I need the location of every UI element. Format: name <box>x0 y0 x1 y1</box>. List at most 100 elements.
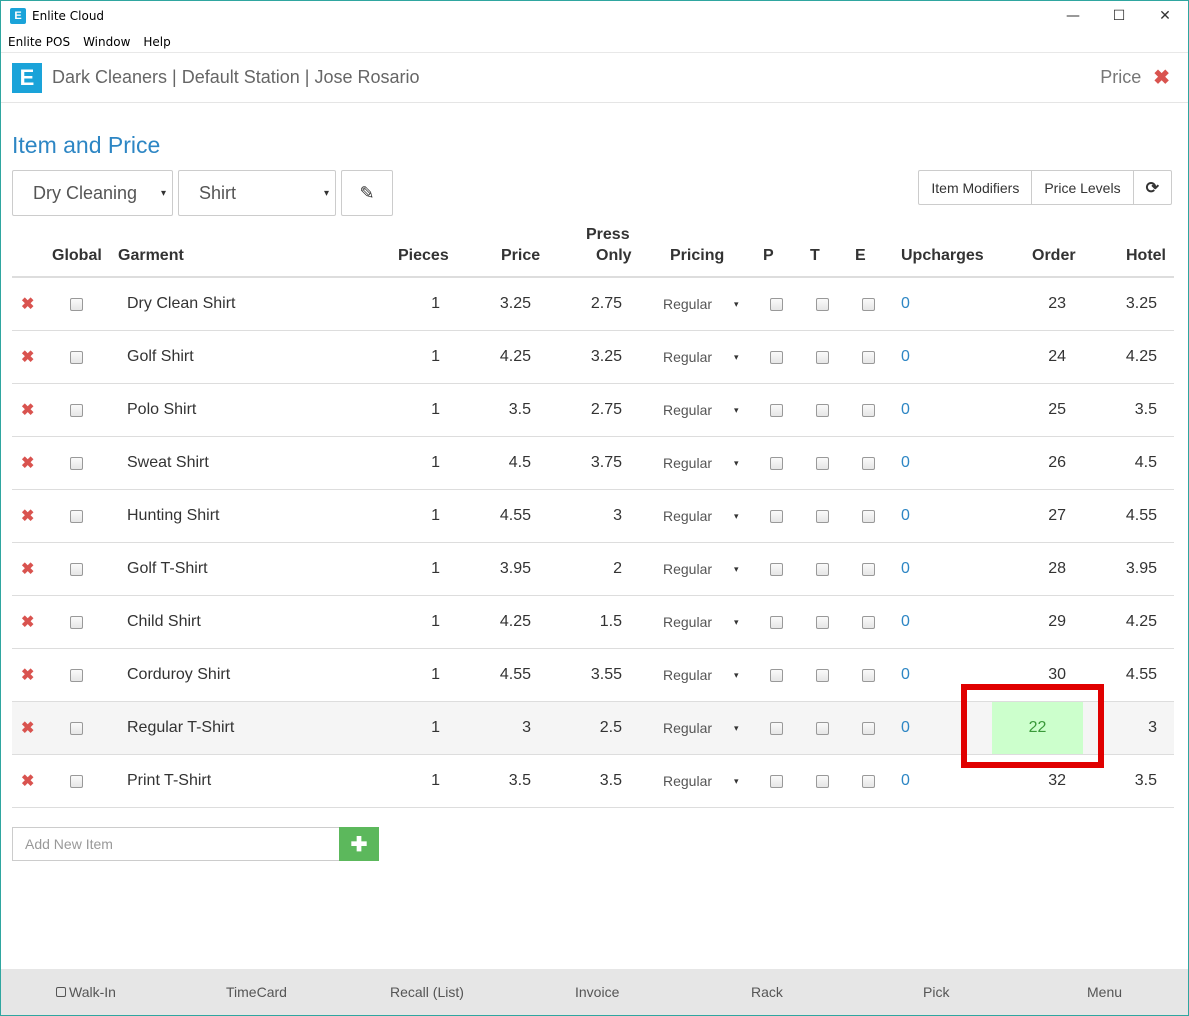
upcharges-link[interactable]: 0 <box>901 437 910 489</box>
pricing-select[interactable]: Regular <box>663 596 712 648</box>
pricing-select[interactable]: Regular <box>663 490 712 542</box>
p-checkbox[interactable] <box>770 596 783 648</box>
pieces-value[interactable]: 1 <box>392 437 440 489</box>
t-checkbox[interactable] <box>816 702 829 754</box>
t-checkbox[interactable] <box>816 649 829 701</box>
menu-help[interactable]: Help <box>143 35 170 49</box>
upcharges-link[interactable]: 0 <box>901 384 910 436</box>
price-value[interactable]: 4.25 <box>472 596 531 648</box>
global-checkbox[interactable] <box>70 278 83 330</box>
global-checkbox[interactable] <box>70 543 83 595</box>
p-checkbox[interactable] <box>770 755 783 807</box>
recall-list-button[interactable]: Recall (List) <box>390 969 464 1015</box>
order-value[interactable]: 28 <box>1012 543 1066 595</box>
pieces-value[interactable]: 1 <box>392 384 440 436</box>
e-checkbox[interactable] <box>862 490 875 542</box>
upcharges-link[interactable]: 0 <box>901 649 910 701</box>
press-only-value[interactable]: 3 <box>562 490 622 542</box>
price-value[interactable]: 4.5 <box>472 437 531 489</box>
delete-row-icon[interactable]: ✖ <box>21 384 34 436</box>
garment-name[interactable]: Sweat Shirt <box>127 437 209 489</box>
invoice-button[interactable]: Invoice <box>575 969 619 1015</box>
upcharges-link[interactable]: 0 <box>901 543 910 595</box>
global-checkbox[interactable] <box>70 755 83 807</box>
subcategory-select[interactable]: Shirt ▾ <box>178 170 336 216</box>
timecard-button[interactable]: TimeCard <box>226 969 287 1015</box>
pricing-select[interactable]: Regular <box>663 755 712 807</box>
t-checkbox[interactable] <box>816 278 829 330</box>
price-value[interactable]: 3.5 <box>472 384 531 436</box>
order-value[interactable]: 27 <box>1012 490 1066 542</box>
edit-button[interactable]: ✎ <box>341 170 393 216</box>
price-value[interactable]: 4.25 <box>472 331 531 383</box>
delete-row-icon[interactable]: ✖ <box>21 649 34 701</box>
pieces-value[interactable]: 1 <box>392 702 440 754</box>
hotel-value[interactable]: 4.5 <box>1102 437 1157 489</box>
garment-name[interactable]: Print T-Shirt <box>127 755 211 807</box>
pieces-value[interactable]: 1 <box>392 490 440 542</box>
e-checkbox[interactable] <box>862 437 875 489</box>
global-checkbox[interactable] <box>70 702 83 754</box>
add-item-button[interactable]: ✚ <box>339 827 379 861</box>
category-select[interactable]: Dry Cleaning ▾ <box>12 170 173 216</box>
garment-name[interactable]: Golf T-Shirt <box>127 543 208 595</box>
walkin-button[interactable]: Walk-In <box>56 969 116 1015</box>
pricing-select[interactable]: Regular <box>663 331 712 383</box>
hotel-value[interactable]: 3.25 <box>1102 278 1157 330</box>
e-checkbox[interactable] <box>862 596 875 648</box>
t-checkbox[interactable] <box>816 490 829 542</box>
pieces-value[interactable]: 1 <box>392 543 440 595</box>
delete-row-icon[interactable]: ✖ <box>21 490 34 542</box>
p-checkbox[interactable] <box>770 331 783 383</box>
item-modifiers-button[interactable]: Item Modifiers <box>919 171 1031 204</box>
price-value[interactable]: 3 <box>472 702 531 754</box>
menu-window[interactable]: Window <box>83 35 130 49</box>
e-checkbox[interactable] <box>862 331 875 383</box>
order-value[interactable]: 26 <box>1012 437 1066 489</box>
price-levels-button[interactable]: Price Levels <box>1031 171 1132 204</box>
e-checkbox[interactable] <box>862 543 875 595</box>
t-checkbox[interactable] <box>816 437 829 489</box>
delete-row-icon[interactable]: ✖ <box>21 278 34 330</box>
press-only-value[interactable]: 2 <box>562 543 622 595</box>
hotel-value[interactable]: 4.55 <box>1102 490 1157 542</box>
press-only-value[interactable]: 3.25 <box>562 331 622 383</box>
delete-row-icon[interactable]: ✖ <box>21 755 34 807</box>
p-checkbox[interactable] <box>770 543 783 595</box>
upcharges-link[interactable]: 0 <box>901 331 910 383</box>
e-checkbox[interactable] <box>862 278 875 330</box>
global-checkbox[interactable] <box>70 437 83 489</box>
upcharges-link[interactable]: 0 <box>901 490 910 542</box>
close-window-button[interactable]: ✕ <box>1142 1 1188 31</box>
delete-row-icon[interactable]: ✖ <box>21 596 34 648</box>
pieces-value[interactable]: 1 <box>392 596 440 648</box>
hotel-value[interactable]: 3.95 <box>1102 543 1157 595</box>
delete-row-icon[interactable]: ✖ <box>21 543 34 595</box>
p-checkbox[interactable] <box>770 437 783 489</box>
pricing-select[interactable]: Regular <box>663 649 712 701</box>
order-value[interactable]: 23 <box>1012 278 1066 330</box>
global-checkbox[interactable] <box>70 384 83 436</box>
delete-row-icon[interactable]: ✖ <box>21 702 34 754</box>
garment-name[interactable]: Golf Shirt <box>127 331 194 383</box>
e-checkbox[interactable] <box>862 702 875 754</box>
pricing-select[interactable]: Regular <box>663 543 712 595</box>
p-checkbox[interactable] <box>770 384 783 436</box>
pick-button[interactable]: Pick <box>923 969 949 1015</box>
p-checkbox[interactable] <box>770 649 783 701</box>
global-checkbox[interactable] <box>70 331 83 383</box>
refresh-button[interactable]: ⟳ <box>1132 171 1171 204</box>
delete-row-icon[interactable]: ✖ <box>21 437 34 489</box>
garment-name[interactable]: Child Shirt <box>127 596 201 648</box>
rack-button[interactable]: Rack <box>751 969 783 1015</box>
upcharges-link[interactable]: 0 <box>901 702 910 754</box>
press-only-value[interactable]: 3.5 <box>562 755 622 807</box>
price-value[interactable]: 3.5 <box>472 755 531 807</box>
minimize-button[interactable]: — <box>1050 1 1096 31</box>
t-checkbox[interactable] <box>816 331 829 383</box>
menu-button[interactable]: Menu <box>1087 969 1122 1015</box>
press-only-value[interactable]: 3.75 <box>562 437 622 489</box>
price-value[interactable]: 3.95 <box>472 543 531 595</box>
press-only-value[interactable]: 2.75 <box>562 278 622 330</box>
close-screen-icon[interactable]: ✖ <box>1153 65 1170 90</box>
